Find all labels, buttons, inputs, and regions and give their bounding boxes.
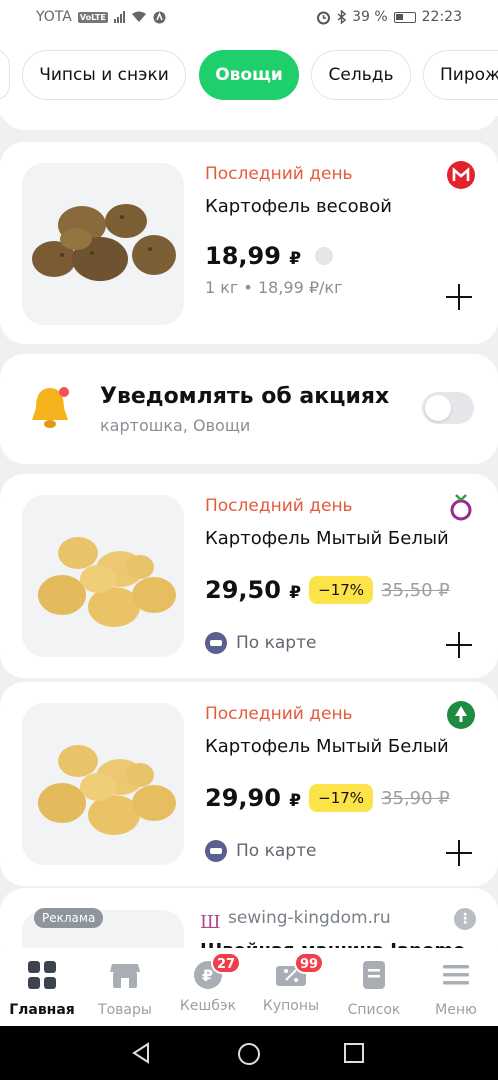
add-to-list-button[interactable] [446, 840, 472, 866]
product-image [22, 495, 184, 657]
discount-badge: −17% [309, 576, 374, 604]
deal-badge: Последний день [205, 164, 353, 184]
notify-toggle[interactable] [422, 392, 474, 424]
old-price: 35,50 ₽ [381, 579, 450, 601]
bell-icon [32, 387, 69, 428]
list-icon [363, 961, 385, 989]
battery-percent: 39 % [352, 9, 388, 25]
notify-card: Уведомлять об акциях картошка, Овощи [0, 354, 498, 464]
nav-item-menu[interactable]: Меню [414, 958, 498, 1018]
by-card-text: По карте [236, 633, 317, 653]
carrier-label: YOTA [36, 9, 72, 25]
cashback-badge: 27 [211, 952, 242, 974]
nav-item-coupons[interactable]: 99 Купоны [249, 952, 333, 1014]
system-navigation-bar [0, 1026, 498, 1080]
user-icon [315, 247, 334, 265]
category-chip-vegetables[interactable]: Овощи [199, 50, 299, 100]
product-card[interactable]: Последний день Картофель Мытый Белый 29,… [0, 682, 498, 886]
bluetooth-icon [337, 10, 347, 24]
add-to-list-button[interactable] [446, 284, 472, 310]
product-name[interactable]: Картофель Мытый Белый [205, 528, 449, 549]
category-chip-pies[interactable]: Пирож [423, 50, 498, 100]
product-price: 29,50 ₽ −17% 35,50 ₽ [205, 576, 450, 604]
svg-text:₽: ₽ [202, 966, 213, 985]
unit-price: 1 кг • 18,99 ₽/кг [205, 278, 343, 297]
notify-subtitle: картошка, Овощи [100, 416, 251, 435]
category-chip-partial[interactable] [0, 50, 10, 100]
potato-image [38, 745, 176, 835]
price-value: 29,90 [205, 784, 281, 812]
add-to-list-button[interactable] [446, 632, 472, 658]
nav-item-cashback[interactable]: ₽ 27 Кешбэк [166, 952, 250, 1014]
category-chip-herring[interactable]: Сельдь [311, 50, 411, 100]
nav-label: Товары [98, 1002, 152, 1018]
product-card[interactable]: Последний день Картофель Мытый Белый 29,… [0, 474, 498, 678]
bottom-navigation: Главная Товары ₽ 27 Кешбэк 99 Купоны Спи… [0, 948, 498, 1026]
currency: ₽ [289, 249, 302, 269]
price-value: 18,99 [205, 242, 281, 270]
currency: ₽ [289, 791, 302, 811]
notify-title: Уведомлять об акциях [100, 384, 390, 409]
ad-label: Реклама [34, 908, 104, 928]
previous-card-tail [0, 100, 498, 130]
product-image [22, 163, 184, 325]
card-icon [205, 632, 227, 654]
clock: 22:23 [421, 9, 462, 25]
battery-icon [393, 11, 416, 23]
spar-logo-icon[interactable] [446, 700, 476, 730]
price-value: 29,50 [205, 576, 281, 604]
product-price: 18,99 ₽ [205, 242, 334, 270]
berry-logo-icon[interactable] [446, 492, 476, 522]
back-icon[interactable] [130, 1042, 152, 1064]
sewing-kingdom-logo-icon: ШК [200, 912, 220, 932]
nav-item-goods[interactable]: Товары [83, 958, 167, 1018]
potato-image [32, 204, 176, 281]
more-options-icon[interactable]: ⋮ [454, 908, 476, 930]
currency: ₽ [289, 583, 302, 603]
wifi-icon [131, 11, 146, 22]
grid-icon [28, 961, 56, 989]
coupons-badge: 99 [294, 952, 325, 974]
card-icon [205, 840, 227, 862]
nav-label: Список [347, 1002, 401, 1018]
shop-icon [110, 964, 140, 988]
cashback-icon-wrap: ₽ 27 [191, 952, 242, 992]
product-image [22, 703, 184, 865]
volte-icon: VoLTE [77, 11, 108, 23]
nav-item-home[interactable]: Главная [0, 958, 84, 1018]
nav-app-icon [153, 11, 166, 23]
product-card[interactable]: Последний день Картофель весовой 18,99 ₽… [0, 142, 498, 344]
product-price: 29,90 ₽ −17% 35,90 ₽ [205, 784, 450, 812]
product-name[interactable]: Картофель весовой [205, 196, 392, 217]
nav-label: Меню [435, 1002, 477, 1018]
old-price: 35,90 ₽ [381, 787, 450, 809]
signal-icon [113, 11, 125, 23]
discount-badge: −17% [309, 784, 374, 812]
coupon-icon-wrap: 99 [274, 952, 325, 992]
deal-badge: Последний день [205, 704, 353, 724]
status-right: 39 % 22:23 [316, 9, 462, 25]
magnit-logo-icon[interactable] [446, 160, 476, 190]
recent-apps-icon[interactable] [343, 1042, 365, 1064]
home-icon[interactable] [237, 1042, 261, 1066]
alarm-icon [317, 11, 331, 24]
nav-label: Купоны [262, 998, 320, 1014]
by-card-label: По карте [205, 632, 316, 654]
deal-badge: Последний день [205, 496, 353, 516]
potato-image [38, 537, 176, 627]
status-left: YOTA VoLTE [36, 9, 166, 25]
nav-label: Главная [9, 1002, 75, 1018]
ad-host[interactable]: sewing-kingdom.ru [228, 908, 391, 928]
product-name[interactable]: Картофель Мытый Белый [205, 736, 449, 757]
category-chip-chips[interactable]: Чипсы и снэки [22, 50, 186, 100]
nav-item-list[interactable]: Список [332, 958, 416, 1018]
by-card-text: По карте [236, 841, 317, 861]
svg-text:ШК: ШК [200, 912, 220, 932]
status-bar: YOTA VoLTE 39 % 22:23 [0, 0, 498, 36]
by-card-label: По карте [205, 840, 316, 862]
nav-label: Кешбэк [179, 998, 237, 1014]
menu-icon [443, 965, 469, 985]
